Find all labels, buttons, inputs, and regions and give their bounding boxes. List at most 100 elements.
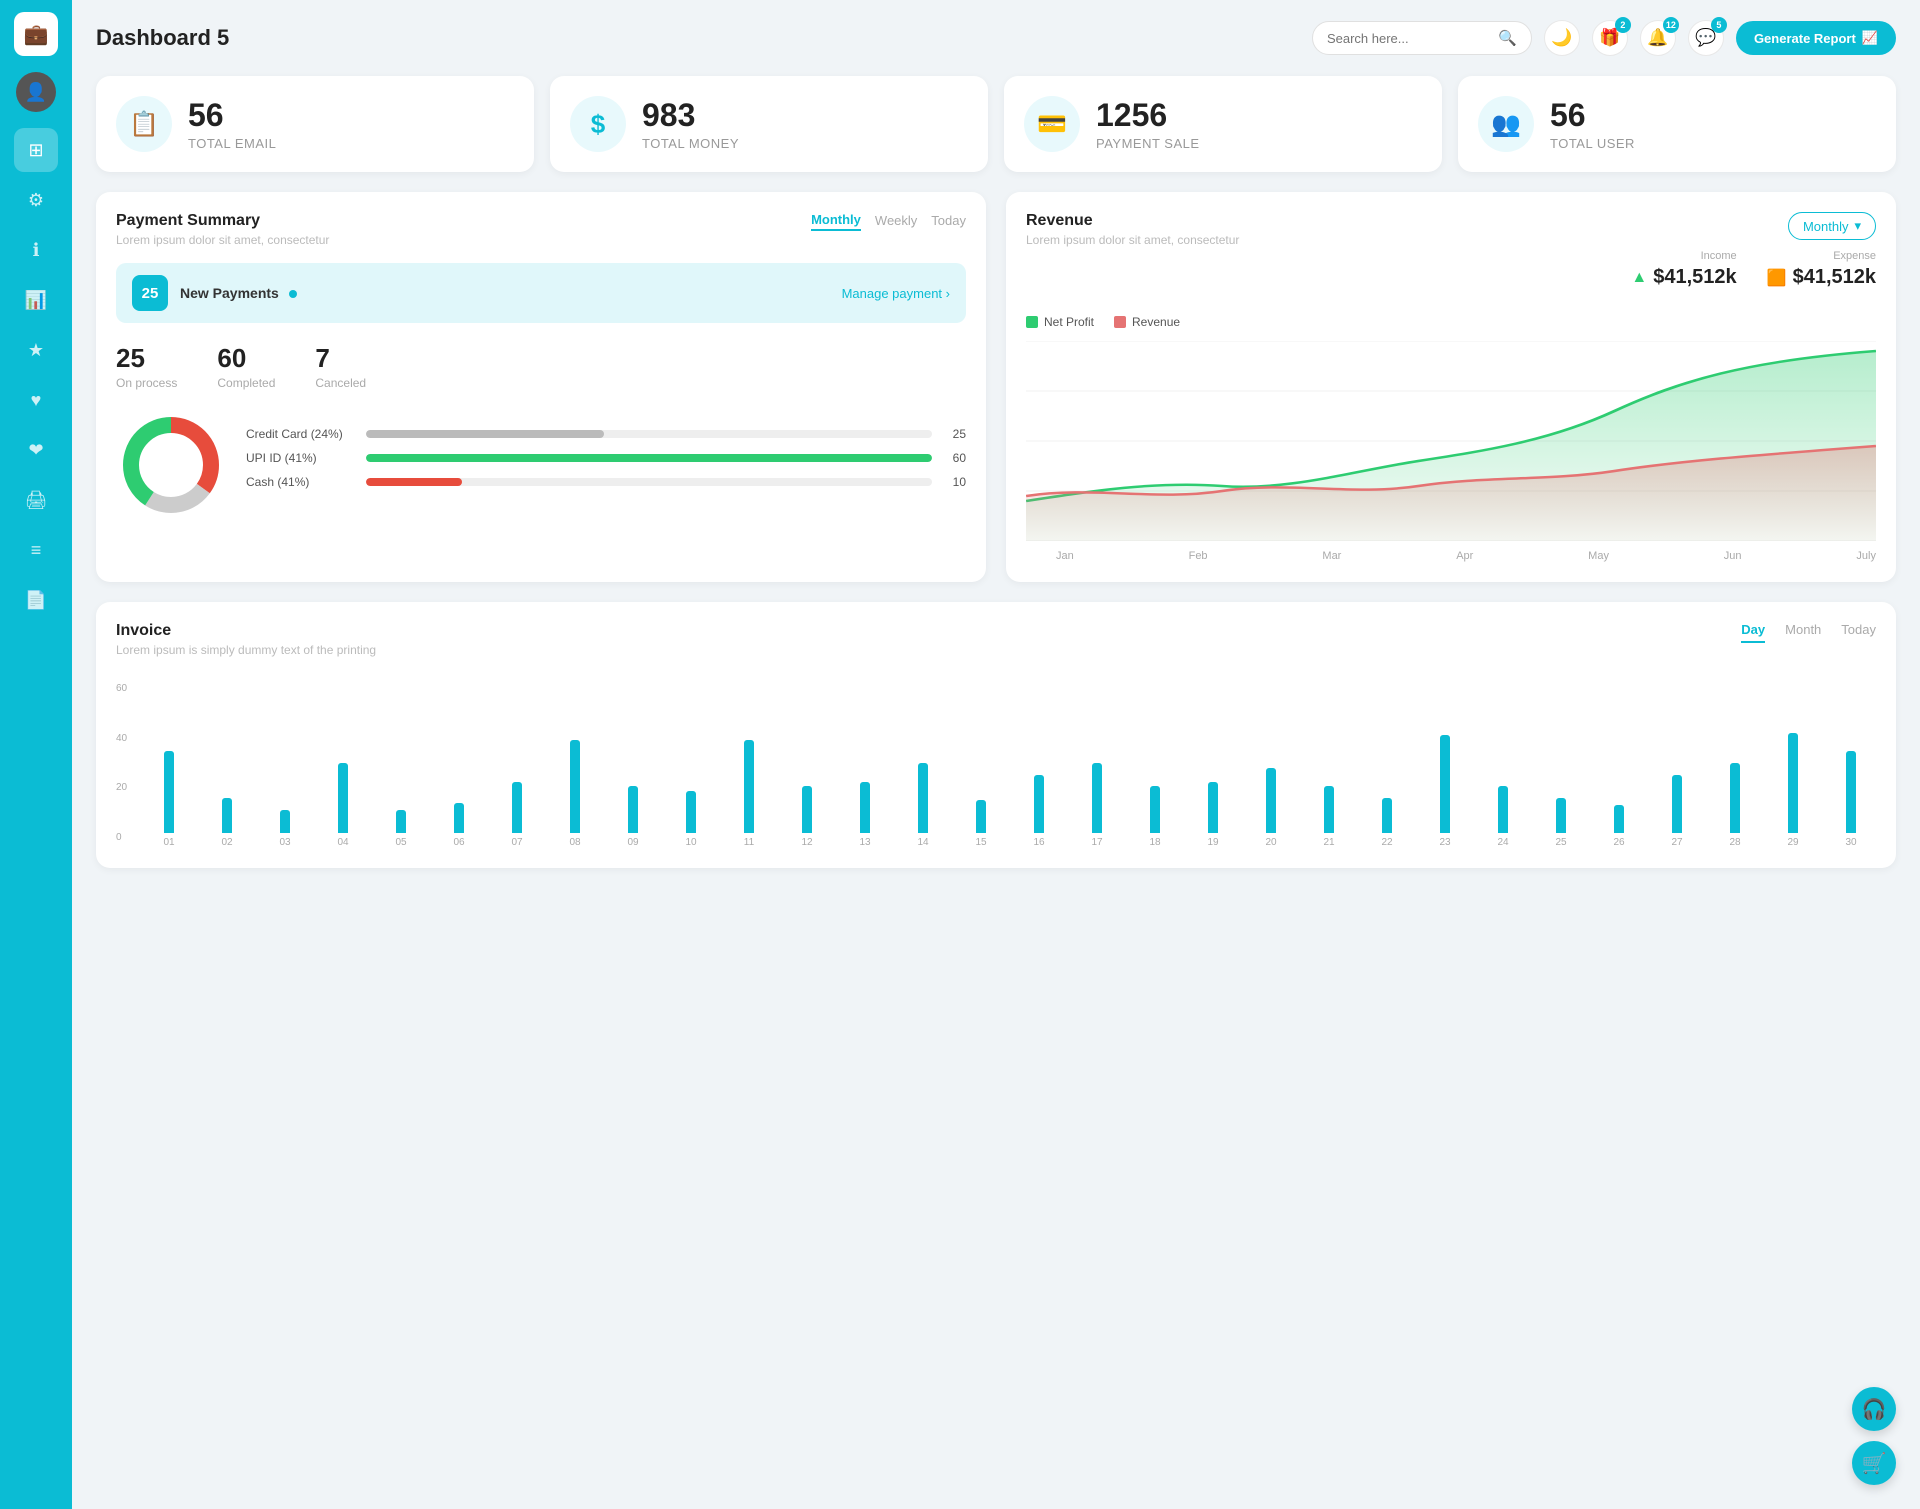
legend-net-profit: Net Profit <box>1026 315 1094 329</box>
fab-group: 🎧 🛒 <box>1852 1387 1896 1485</box>
y-label-20: 20 <box>116 782 127 793</box>
bar-fill-09 <box>628 786 638 833</box>
logo-icon: 💼 <box>24 22 49 47</box>
bar-fill-30 <box>1846 751 1856 833</box>
revenue-titles: Revenue Lorem ipsum dolor sit amet, cons… <box>1026 212 1239 247</box>
sidebar-item-info[interactable]: ℹ <box>14 228 58 272</box>
progress-row-upi: UPI ID (41%) 60 <box>246 451 966 465</box>
invoice-tab-today[interactable]: Today <box>1841 622 1876 643</box>
credit-card-bar-fill <box>366 430 604 438</box>
search-input[interactable] <box>1327 31 1490 46</box>
bar-chart-x-labels: 0102030405060708091011121314151617181920… <box>144 837 1876 848</box>
revenue-subtitle: Lorem ipsum dolor sit amet, consectetur <box>1026 233 1239 247</box>
sidebar-item-dashboard[interactable]: ⊞ <box>14 128 58 172</box>
bar-fill-17 <box>1092 763 1102 833</box>
revenue-chart-area: Jan Feb Mar Apr May Jun July <box>1026 341 1876 562</box>
stat-card-total-money: $ 983 TOTAL MONEY <box>550 76 988 172</box>
email-icon: 📋 <box>116 96 172 152</box>
invoice-tab-month[interactable]: Month <box>1785 622 1821 643</box>
generate-report-label: Generate Report <box>1754 31 1856 46</box>
revenue-chart-svg <box>1026 341 1876 541</box>
x-label-10: 10 <box>666 837 716 848</box>
cash-bar-bg <box>366 478 932 486</box>
bar-fill-08 <box>570 740 580 833</box>
manage-payment-link[interactable]: Manage payment › <box>842 286 950 301</box>
bar-fill-16 <box>1034 775 1044 833</box>
x-label-jan: Jan <box>1056 550 1074 562</box>
gift-button[interactable]: 🎁 2 <box>1592 20 1628 56</box>
tab-monthly[interactable]: Monthly <box>811 212 861 231</box>
cart-icon: 🛒 <box>1862 1451 1887 1476</box>
page-title: Dashboard 5 <box>96 25 229 51</box>
stat-card-payment-sale: 💳 1256 PAYMENT SALE <box>1004 76 1442 172</box>
bar-fill-07 <box>512 782 522 833</box>
bar-col-08 <box>550 683 600 833</box>
revenue-monthly-dropdown[interactable]: Monthly ▾ <box>1788 212 1876 240</box>
sidebar-item-print[interactable]: 🖨 <box>14 478 58 522</box>
x-label-may: May <box>1588 550 1609 562</box>
invoice-tab-day[interactable]: Day <box>1741 622 1765 643</box>
canceled-stat: 7 Canceled <box>315 343 366 390</box>
payment-summary-subtitle: Lorem ipsum dolor sit amet, consectetur <box>116 233 329 247</box>
bar-col-01 <box>144 683 194 833</box>
sidebar-item-heart[interactable]: ♥ <box>14 378 58 422</box>
bar-fill-25 <box>1556 798 1566 833</box>
new-payments-left: 25 New Payments <box>132 275 297 311</box>
expense-label: Expense <box>1767 250 1876 262</box>
chevron-down-icon: ▾ <box>1854 218 1861 234</box>
bell-button[interactable]: 🔔 12 <box>1640 20 1676 56</box>
bar-col-19 <box>1188 683 1238 833</box>
progress-row-credit: Credit Card (24%) 25 <box>246 427 966 441</box>
x-label-15: 15 <box>956 837 1006 848</box>
main-content: Dashboard 5 🔍 🌙 🎁 2 🔔 12 💬 5 Gen <box>72 0 1920 1509</box>
chat-button[interactable]: 💬 5 <box>1688 20 1724 56</box>
bar-col-07 <box>492 683 542 833</box>
progress-section: Credit Card (24%) 25 UPI ID (41%) 60 <box>246 427 966 499</box>
cash-label: Cash (41%) <box>246 475 356 489</box>
header-actions: 🔍 🌙 🎁 2 🔔 12 💬 5 Generate Report 📈 <box>1312 20 1896 56</box>
cart-fab[interactable]: 🛒 <box>1852 1441 1896 1485</box>
bar-col-29 <box>1768 683 1818 833</box>
sidebar-item-menu[interactable]: ≡ <box>14 528 58 572</box>
headset-fab[interactable]: 🎧 <box>1852 1387 1896 1431</box>
sidebar-item-heart2[interactable]: ❤ <box>14 428 58 472</box>
search-box: 🔍 <box>1312 21 1532 55</box>
expense-value-row: 🟧 $41,512k <box>1767 266 1876 289</box>
theme-toggle-button[interactable]: 🌙 <box>1544 20 1580 56</box>
x-label-25: 25 <box>1536 837 1586 848</box>
income-icon: ▲ <box>1631 269 1647 287</box>
x-label-03: 03 <box>260 837 310 848</box>
bar-fill-06 <box>454 803 464 833</box>
bar-col-13 <box>840 683 890 833</box>
bar-col-02 <box>202 683 252 833</box>
sidebar-item-docs[interactable]: 📄 <box>14 578 58 622</box>
canceled-value: 7 <box>315 343 366 374</box>
payment-stats-row: 25 On process 60 Completed 7 Canceled <box>116 343 966 390</box>
x-label-14: 14 <box>898 837 948 848</box>
tab-weekly[interactable]: Weekly <box>875 213 917 230</box>
tab-today[interactable]: Today <box>931 213 966 230</box>
net-profit-label: Net Profit <box>1044 315 1094 329</box>
payment-bottom-row: Credit Card (24%) 25 UPI ID (41%) 60 <box>116 410 966 525</box>
x-label-july: July <box>1856 550 1876 562</box>
revenue-dropdown-label: Monthly <box>1803 219 1849 234</box>
bar-col-26 <box>1594 683 1644 833</box>
sidebar-item-star[interactable]: ★ <box>14 328 58 372</box>
y-label-40: 40 <box>116 733 127 744</box>
sidebar: 💼 👤 ⊞ ⚙ ℹ 📊 ★ ♥ ❤ 🖨 ≡ 📄 <box>0 0 72 1509</box>
upi-label: UPI ID (41%) <box>246 451 356 465</box>
revenue-meta: Income ▲ $41,512k Expense 🟧 $41,512k <box>1631 250 1876 289</box>
avatar[interactable]: 👤 <box>16 72 56 112</box>
x-label-apr: Apr <box>1456 550 1473 562</box>
y-label-0: 0 <box>116 832 127 843</box>
bar-fill-12 <box>802 786 812 833</box>
bar-fill-21 <box>1324 786 1334 833</box>
header: Dashboard 5 🔍 🌙 🎁 2 🔔 12 💬 5 Gen <box>96 20 1896 56</box>
sidebar-item-settings[interactable]: ⚙ <box>14 178 58 222</box>
generate-report-button[interactable]: Generate Report 📈 <box>1736 21 1896 55</box>
cash-bar-fill <box>366 478 462 486</box>
sidebar-item-analytics[interactable]: 📊 <box>14 278 58 322</box>
stat-money-info: 983 TOTAL MONEY <box>642 97 739 151</box>
on-process-label: On process <box>116 376 177 390</box>
bar-chart-bars <box>144 673 1876 833</box>
